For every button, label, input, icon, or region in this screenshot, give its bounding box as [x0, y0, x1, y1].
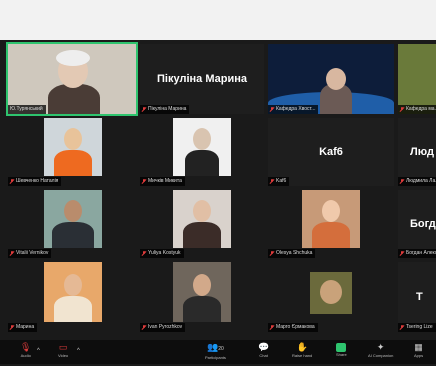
participant-label: Людмила Ла...: [398, 177, 436, 186]
participant-tile[interactable]: Люд Людмила Ла...: [398, 118, 436, 186]
participant-tile[interactable]: Кафедра ма...: [398, 44, 436, 114]
mic-muted-icon: [10, 251, 14, 256]
mic-muted-icon: [400, 179, 404, 184]
participant-name-display: Kaf6: [319, 146, 343, 158]
participant-label: Yuliya Kostyuk: [140, 249, 184, 258]
participant-label: Шевченко Наталія: [8, 177, 62, 186]
video-feed: [268, 44, 394, 114]
participants-icon: 👥20: [207, 342, 224, 352]
mic-muted-icon: [142, 107, 146, 112]
chat-button[interactable]: 💬 Chat: [258, 342, 269, 362]
audio-options-chevron[interactable]: ^: [37, 346, 40, 366]
participant-label: Vitalii Vernikov: [8, 249, 52, 258]
video-feed: [44, 190, 102, 248]
participant-tile[interactable]: Мичків Микита: [140, 118, 264, 186]
ai-companion-button[interactable]: ✦ AI Companion: [368, 342, 393, 362]
meeting-controls-bar: 🎙 Audio ^ ▭ Video ^ 👥20 Participants 💬 C…: [0, 340, 436, 364]
participant-label: Марго Єрмакова: [268, 323, 318, 332]
mic-muted-icon: [142, 325, 146, 330]
audio-button[interactable]: 🎙 Audio: [20, 342, 31, 362]
video-options-chevron[interactable]: ^: [77, 346, 80, 366]
participant-label: Kaf6: [268, 177, 290, 186]
participant-tile[interactable]: Кафедра Хвост...: [268, 44, 394, 114]
mic-muted-icon: [400, 325, 404, 330]
participant-tile[interactable]: Olesya Shchuka: [268, 190, 394, 258]
participant-tile[interactable]: Богд Богдан Алекс...: [398, 190, 436, 258]
participant-tile[interactable]: Марго Єрмакова: [268, 262, 394, 332]
video-feed: [302, 190, 360, 248]
mic-muted-icon: 🎙: [20, 342, 32, 352]
video-feed: [8, 44, 136, 114]
participant-tile[interactable]: Vitalii Vernikov: [8, 190, 136, 258]
participant-label: Пікуліна Марина: [140, 105, 190, 114]
participant-tile[interactable]: Пікуліна Марина Пікуліна Марина: [140, 44, 264, 114]
participant-label: Богдан Алекс...: [398, 249, 436, 258]
mic-muted-icon: [400, 251, 404, 256]
participant-tile[interactable]: Марина: [8, 262, 136, 332]
participants-button[interactable]: 👥20 Participants: [205, 342, 226, 362]
video-feed: [44, 262, 102, 322]
video-button[interactable]: ▭ Video: [58, 342, 68, 362]
participant-tile-active[interactable]: Ю.Турянський: [6, 42, 138, 116]
top-strip: [0, 0, 436, 40]
video-feed: [173, 190, 231, 248]
share-icon: [336, 343, 347, 352]
participant-label: Кафедра ма...: [398, 105, 436, 114]
participant-tile[interactable]: Yuliya Kostyuk: [140, 190, 264, 258]
camera-off-icon: ▭: [58, 342, 68, 352]
participant-name-display: T: [416, 291, 423, 303]
mic-muted-icon: [270, 325, 274, 330]
mic-muted-icon: [270, 179, 274, 184]
participant-label: Olesya Shchuka: [268, 249, 316, 258]
ai-companion-icon: ✦: [376, 342, 385, 352]
apps-button[interactable]: ▦ Apps: [414, 342, 423, 362]
share-button[interactable]: Share: [336, 342, 347, 362]
participant-label: Tsering Lize: [398, 323, 436, 332]
video-feed: [173, 118, 231, 176]
chat-icon: 💬: [258, 342, 270, 352]
mic-muted-icon: [400, 107, 404, 112]
mic-muted-icon: [270, 107, 274, 112]
video-feed: [173, 262, 231, 322]
mic-muted-icon: [270, 251, 274, 256]
hand-icon: ✋: [296, 342, 308, 352]
mic-muted-icon: [10, 179, 14, 184]
mic-muted-icon: [10, 325, 14, 330]
participant-label: Ivan Pyrozhkov: [140, 323, 186, 332]
participant-tile[interactable]: T Tsering Lize: [398, 262, 436, 332]
participant-label: Марина: [8, 323, 38, 332]
participant-name-display: Люд: [410, 146, 434, 158]
video-feed: [310, 272, 352, 314]
participant-tile[interactable]: Kaf6 Kaf6: [268, 118, 394, 186]
chevron-up-icon: ^: [77, 348, 80, 354]
apps-icon: ▦: [414, 342, 423, 352]
video-gallery: Ю.Турянський Пікуліна Марина Пікуліна Ма…: [0, 40, 436, 340]
participant-tile[interactable]: Ivan Pyrozhkov: [140, 262, 264, 332]
chevron-up-icon: ^: [37, 348, 40, 354]
participant-label: Ю.Турянський: [8, 105, 46, 114]
mic-muted-icon: [142, 179, 146, 184]
participant-label: Кафедра Хвост...: [268, 105, 319, 114]
raise-hand-button[interactable]: ✋ Raise hand: [292, 342, 312, 362]
participant-name-display: Пікуліна Марина: [157, 73, 247, 85]
participant-label: Мичків Микита: [140, 177, 185, 186]
video-feed: [44, 118, 102, 176]
participant-name-display: Богд: [410, 218, 436, 230]
mic-muted-icon: [142, 251, 146, 256]
participant-tile[interactable]: Шевченко Наталія: [8, 118, 136, 186]
